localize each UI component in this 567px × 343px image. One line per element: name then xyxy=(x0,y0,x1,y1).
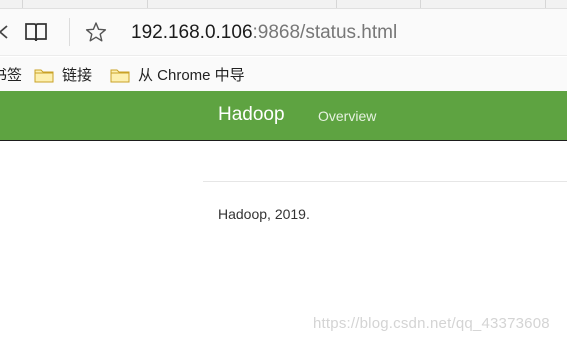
bookmarks-bar: 书签 链接 从 Chrome 中导 xyxy=(0,57,567,91)
watermark: https://blog.csdn.net/qq_43373608 xyxy=(313,315,550,332)
toolbar-divider xyxy=(69,18,70,46)
address-host: 192.168.0.106 xyxy=(131,22,253,43)
tab-strip xyxy=(0,0,567,9)
bookmark-label: 链接 xyxy=(62,66,93,84)
footer-copyright: Hadoop, 2019. xyxy=(218,206,310,222)
tab-separator xyxy=(545,0,546,8)
tab-separator xyxy=(420,0,421,8)
hadoop-navbar: Hadoop Overview xyxy=(0,91,567,141)
bookmark-item-bookmarks[interactable]: 书签 xyxy=(0,63,22,85)
bookmark-item-import-from-chrome[interactable]: 从 Chrome 中导 xyxy=(110,63,245,85)
address-path: :9868/status.html xyxy=(252,22,398,43)
reading-view-icon[interactable] xyxy=(22,19,50,45)
nav-link-overview[interactable]: Overview xyxy=(318,106,376,126)
folder-icon xyxy=(110,67,130,82)
bookmark-item-links[interactable]: 链接 xyxy=(34,63,92,85)
browser-toolbar: 192.168.0.106:9868/status.html xyxy=(0,9,567,56)
tab-separator xyxy=(147,0,148,8)
address-bar[interactable]: 192.168.0.106:9868/status.html xyxy=(131,21,397,45)
footer-divider xyxy=(203,181,567,182)
back-icon[interactable] xyxy=(0,19,10,45)
bookmark-label: 从 Chrome 中导 xyxy=(138,66,245,84)
navbar-brand[interactable]: Hadoop xyxy=(218,102,285,128)
tab-separator xyxy=(336,0,337,8)
bookmark-label: 书签 xyxy=(0,66,23,84)
favorite-star-icon[interactable] xyxy=(84,19,108,45)
tab-separator xyxy=(22,0,23,8)
folder-icon xyxy=(34,67,54,82)
